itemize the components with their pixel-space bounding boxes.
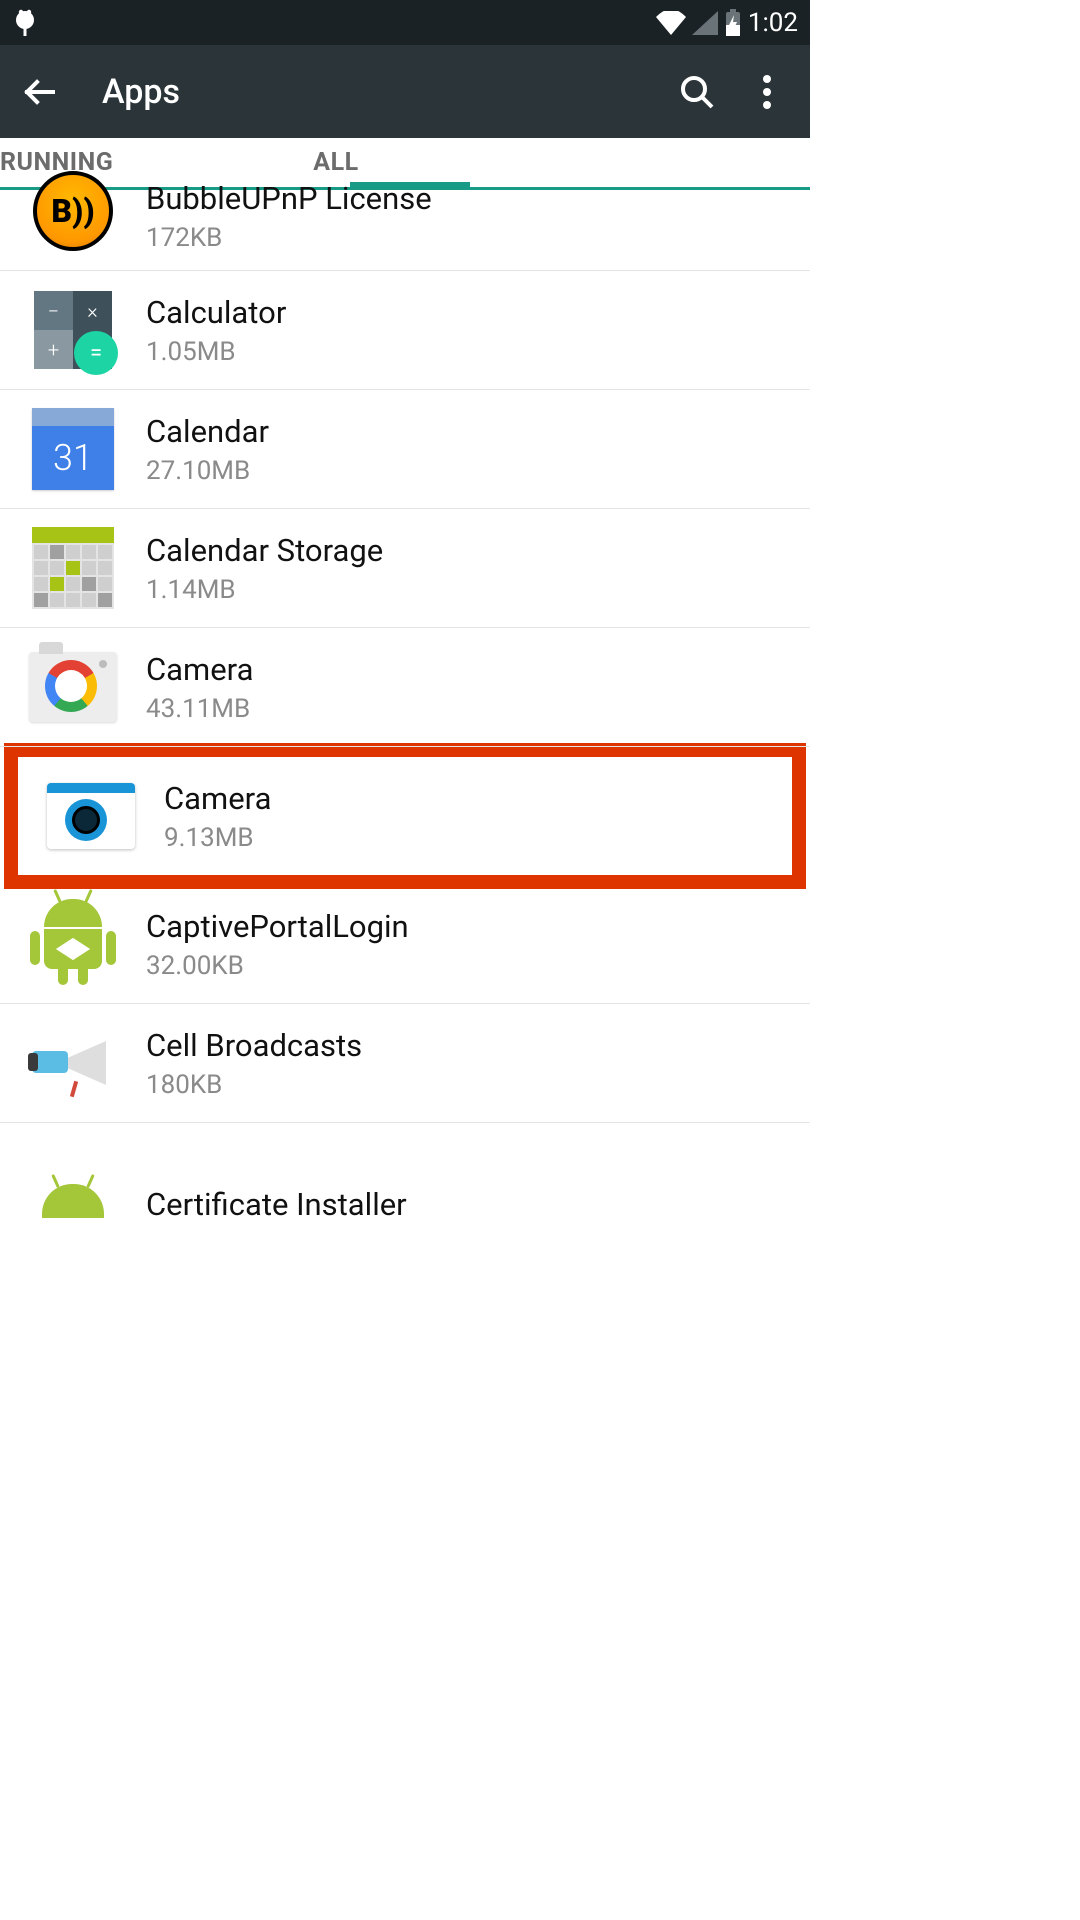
google-camera-icon xyxy=(28,642,118,732)
battery-charging-icon xyxy=(724,9,742,37)
app-name: Camera xyxy=(164,780,271,817)
android-icon xyxy=(28,899,118,989)
app-list[interactable]: B)) BubbleUPnP License 172KB −× + = Calc… xyxy=(0,188,810,1227)
list-item[interactable]: Cell Broadcasts 180KB xyxy=(0,1004,810,1123)
app-size: 9.13MB xyxy=(164,823,271,853)
page-title: Apps xyxy=(102,72,676,112)
status-bar: 1:02 xyxy=(0,0,810,45)
app-size: 27.10MB xyxy=(146,456,269,486)
list-item[interactable]: −× + = Calculator 1.05MB xyxy=(0,271,810,390)
app-size: 43.11MB xyxy=(146,694,253,724)
wifi-icon xyxy=(656,11,686,35)
calendar-icon: 31 xyxy=(28,404,118,494)
app-name: BubbleUPnP License xyxy=(146,180,432,217)
app-name: CaptivePortalLogin xyxy=(146,908,409,945)
app-name: Calculator xyxy=(146,294,286,331)
app-size: 1.14MB xyxy=(146,575,383,605)
bubbleupnp-icon: B)) xyxy=(28,166,118,256)
megaphone-icon xyxy=(28,1018,118,1108)
list-item[interactable]: Certificate Installer xyxy=(0,1123,810,1227)
app-name: Cell Broadcasts xyxy=(146,1027,362,1064)
camera-icon xyxy=(46,771,136,861)
app-size: 32.00KB xyxy=(146,951,409,981)
back-button[interactable] xyxy=(14,67,64,117)
list-item[interactable]: Camera 9.13MB xyxy=(18,757,792,875)
cellular-icon xyxy=(692,11,718,35)
overflow-menu-button[interactable] xyxy=(746,71,788,113)
action-bar: Apps xyxy=(0,45,810,138)
list-item[interactable]: B)) BubbleUPnP License 172KB xyxy=(0,188,810,271)
list-item[interactable]: CaptivePortalLogin 32.00KB xyxy=(0,885,810,1004)
status-time: 1:02 xyxy=(748,8,798,38)
app-size: 180KB xyxy=(146,1070,362,1100)
search-button[interactable] xyxy=(676,71,718,113)
app-name: Calendar Storage xyxy=(146,532,383,569)
list-item[interactable]: Calendar Storage 1.14MB xyxy=(0,509,810,628)
debug-icon xyxy=(12,8,38,38)
android-icon xyxy=(28,1137,118,1227)
highlight-annotation: Camera 9.13MB xyxy=(4,743,806,889)
list-item[interactable]: Camera 43.11MB xyxy=(0,628,810,747)
list-item[interactable]: 31 Calendar 27.10MB xyxy=(0,390,810,509)
app-size: 172KB xyxy=(146,223,432,253)
calculator-icon: −× + = xyxy=(28,285,118,375)
app-name: Calendar xyxy=(146,413,269,450)
calendar-storage-icon xyxy=(28,523,118,613)
app-name: Certificate Installer xyxy=(146,1186,407,1223)
app-size: 1.05MB xyxy=(146,337,286,367)
app-name: Camera xyxy=(146,651,253,688)
